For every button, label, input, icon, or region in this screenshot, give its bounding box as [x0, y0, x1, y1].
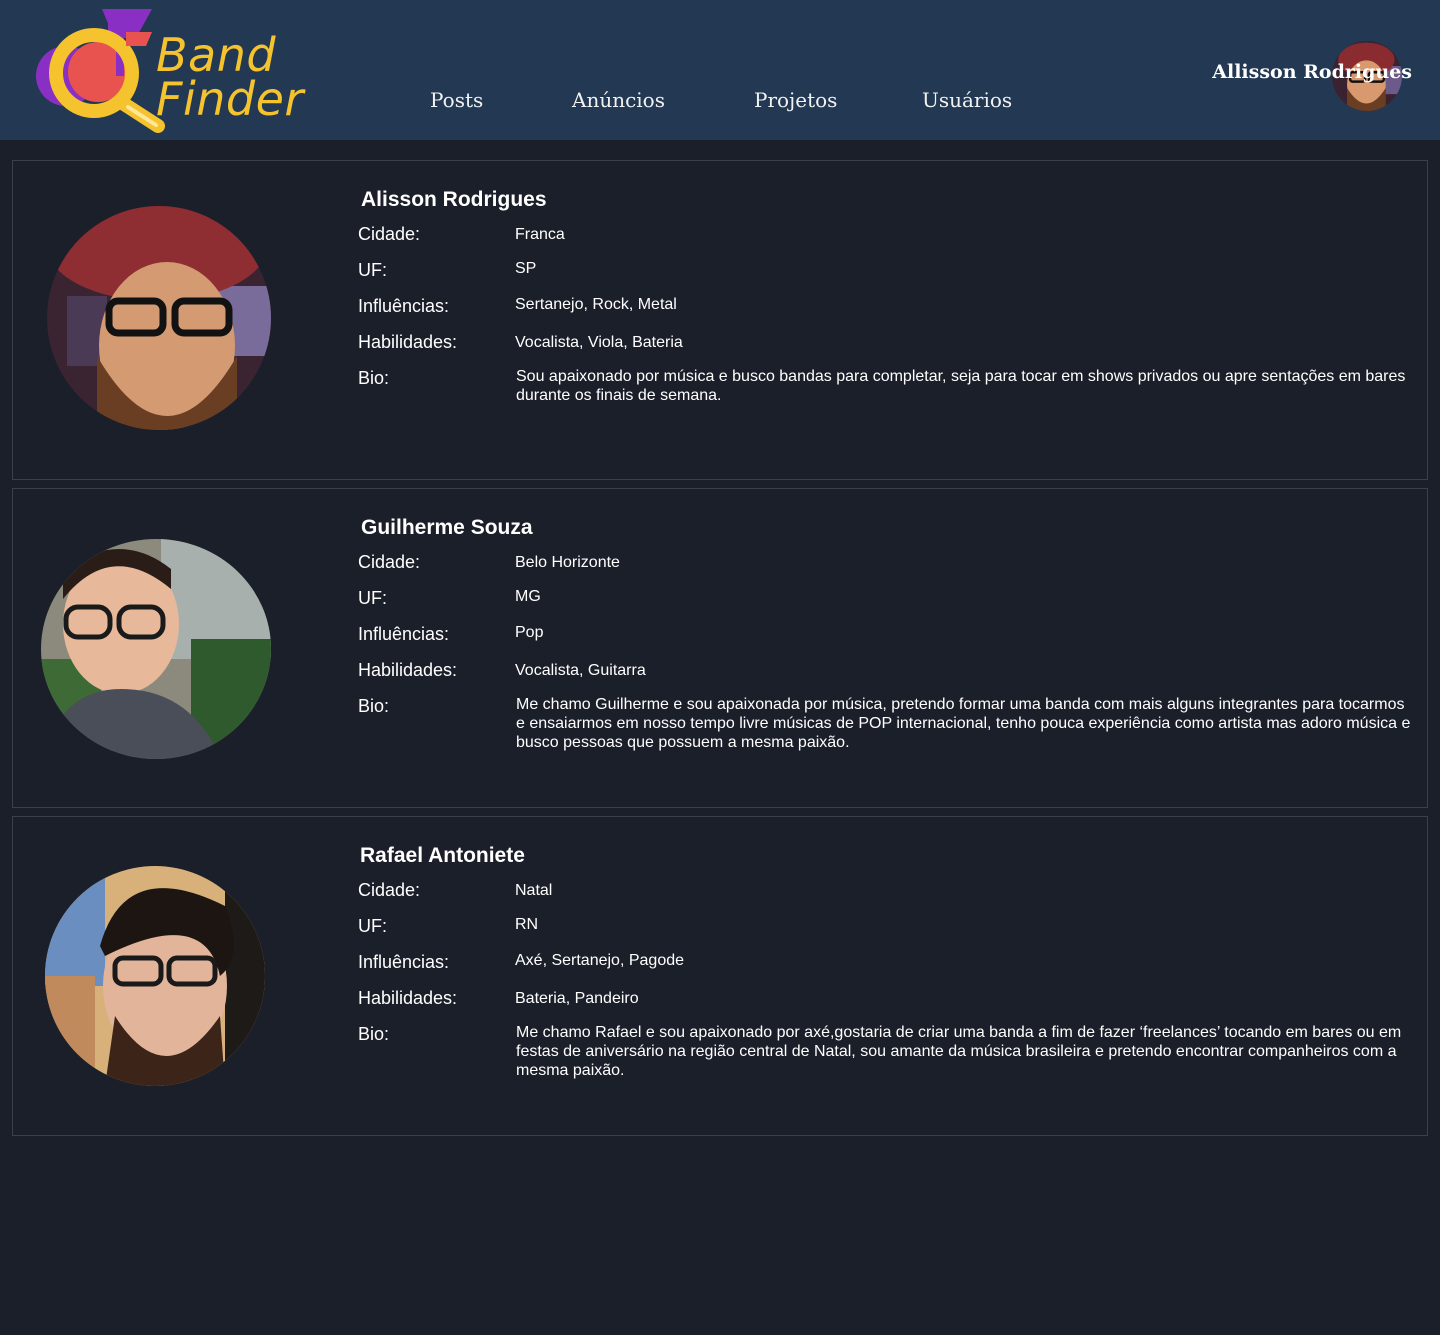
city-label: Cidade:	[358, 880, 421, 900]
user-photo-icon	[41, 539, 271, 759]
logo-word-band: Band	[156, 28, 277, 82]
user-card: Alisson Rodrigues Cidade: Franca UF: SP …	[12, 160, 1428, 480]
skills-label: Habilidades:	[358, 988, 458, 1008]
state-label: UF:	[358, 260, 387, 280]
influences-label: Influências:	[358, 952, 450, 972]
city-value: Belo Horizonte	[515, 554, 620, 571]
current-user-name[interactable]: Allisson Rodrigues	[1212, 61, 1412, 83]
nav-anuncios[interactable]: Anúncios	[572, 88, 665, 112]
influences-label: Influências:	[358, 624, 450, 644]
bio-text: Me chamo Guilherme e sou apaixonada por …	[516, 696, 1411, 751]
state-label: UF:	[358, 916, 387, 936]
skills-label: Habilidades:	[358, 332, 458, 352]
top-header: Band Finder Posts Anúncios Projetos Usuá…	[0, 0, 1440, 140]
skills-label: Habilidades:	[358, 660, 458, 680]
bio-label: Bio:	[358, 368, 390, 388]
influences-label: Influências:	[358, 296, 450, 316]
influences-value: Pop	[515, 624, 544, 641]
skills-value: Vocalista, Viola, Bateria	[515, 334, 683, 351]
user-card: Guilherme Souza Cidade: Belo Horizonte U…	[12, 488, 1428, 808]
user-avatar	[41, 539, 271, 759]
state-value: MG	[515, 588, 541, 605]
bio-label: Bio:	[358, 1024, 390, 1044]
logo-wordmark: Band Finder	[156, 28, 304, 126]
influences-value: Axé, Sertanejo, Pagode	[515, 952, 685, 969]
state-value: SP	[515, 260, 537, 277]
skills-value: Bateria, Pandeiro	[515, 990, 639, 1007]
logo-word-finder: Finder	[156, 72, 304, 126]
city-value: Natal	[515, 882, 553, 899]
logo-magnifier-note-icon	[36, 9, 165, 133]
user-name: Guilherme Souza	[361, 516, 533, 539]
band-finder-logo[interactable]: Band Finder	[18, 6, 318, 136]
user-avatar	[45, 866, 265, 1086]
influences-value: Sertanejo, Rock, Metal	[515, 296, 677, 313]
user-photo-icon	[47, 206, 271, 430]
bio-label: Bio:	[358, 696, 390, 716]
user-avatar	[47, 206, 271, 430]
bio-text: Sou apaixonado por música e busco bandas…	[516, 368, 1406, 404]
nav-projetos[interactable]: Projetos	[754, 88, 837, 112]
bio-text: Me chamo Rafael e sou apaixonado por axé…	[516, 1024, 1402, 1079]
city-label: Cidade:	[358, 552, 421, 572]
user-photo-icon	[45, 866, 265, 1086]
state-value: RN	[515, 916, 539, 933]
user-name: Alisson Rodrigues	[361, 188, 547, 211]
city-label: Cidade:	[358, 224, 421, 244]
nav-usuarios[interactable]: Usuários	[922, 88, 1012, 112]
user-card: Rafael Antoniete Cidade: Natal UF: RN In…	[12, 816, 1428, 1136]
skills-value: Vocalista, Guitarra	[515, 662, 646, 679]
city-value: Franca	[515, 226, 565, 243]
user-name: Rafael Antoniete	[360, 844, 525, 867]
state-label: UF:	[358, 588, 387, 608]
nav-posts[interactable]: Posts	[430, 88, 483, 112]
